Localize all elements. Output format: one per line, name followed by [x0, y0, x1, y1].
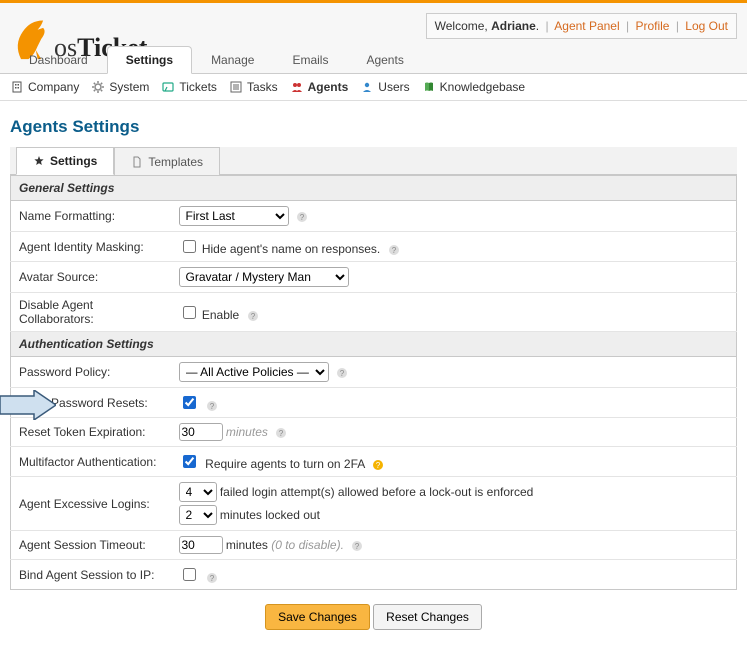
unit-minutes: minutes: [226, 425, 268, 439]
users-icon: [290, 80, 304, 94]
subnav-company[interactable]: Company: [10, 80, 79, 94]
lockout-text: minutes locked out: [220, 508, 320, 522]
svg-text:?: ?: [210, 402, 215, 411]
input-token-exp[interactable]: [179, 423, 223, 441]
profile-link[interactable]: Profile: [635, 19, 669, 33]
help-icon[interactable]: ?: [206, 572, 218, 584]
label-session-timeout: Agent Session Timeout:: [11, 531, 171, 560]
select-name-formatting[interactable]: First Last: [179, 206, 289, 226]
attempts-text: failed login attempt(s) allowed before a…: [220, 485, 534, 499]
inner-tabs: Settings Templates: [10, 147, 737, 175]
main-tabs: Dashboard Settings Manage Emails Agents: [10, 46, 423, 74]
label-collaborators: Disable Agent Collaborators:: [11, 293, 171, 332]
list-icon: [229, 80, 243, 94]
agent-panel-link[interactable]: Agent Panel: [554, 19, 619, 33]
label-name-formatting: Name Formatting:: [11, 201, 171, 232]
subnav-users[interactable]: Users: [360, 80, 409, 94]
svg-text:?: ?: [300, 213, 305, 222]
subnav-system[interactable]: System: [91, 80, 149, 94]
help-icon[interactable]: ?: [247, 310, 259, 322]
header: osTicket Welcome, Adriane. | Agent Panel…: [0, 0, 747, 74]
svg-text:?: ?: [250, 312, 255, 321]
label-token-exp: Reset Token Expiration:: [11, 418, 171, 447]
subnav-tasks[interactable]: Tasks: [229, 80, 278, 94]
checkbox-mfa[interactable]: [183, 455, 196, 468]
label-excessive: Agent Excessive Logins:: [11, 477, 171, 531]
warning-icon[interactable]: ?: [372, 459, 384, 471]
label-mfa: Multifactor Authentication:: [11, 447, 171, 477]
unit-minutes-2: minutes: [226, 538, 268, 552]
select-lockout-minutes[interactable]: 2: [179, 505, 217, 525]
subnav-knowledgebase[interactable]: Knowledgebase: [422, 80, 525, 94]
ticket-icon: [161, 80, 175, 94]
label-pw-policy: Password Policy:: [11, 357, 171, 388]
section-auth: Authentication Settings: [11, 332, 737, 357]
user-name: Adriane: [491, 19, 536, 33]
checkbox-bind-ip[interactable]: [183, 568, 196, 581]
tab-emails[interactable]: Emails: [273, 46, 347, 74]
tab-agents[interactable]: Agents: [347, 46, 422, 74]
user-icon: [360, 80, 374, 94]
callout-arrow: [0, 390, 56, 420]
logout-link[interactable]: Log Out: [685, 19, 728, 33]
checkbox-collaborators[interactable]: [183, 306, 196, 319]
section-general: General Settings: [11, 176, 737, 201]
svg-text:?: ?: [279, 429, 284, 438]
user-box: Welcome, Adriane. | Agent Panel | Profil…: [426, 13, 737, 39]
book-icon: [422, 80, 436, 94]
svg-text:?: ?: [355, 542, 360, 551]
label-avatar: Avatar Source:: [11, 262, 171, 293]
subnav-tickets[interactable]: Tickets: [161, 80, 217, 94]
timeout-note: (0 to disable).: [271, 538, 344, 552]
help-icon[interactable]: ?: [275, 427, 287, 439]
checkbox-label-identity: Hide agent's name on responses.: [202, 242, 380, 256]
help-icon[interactable]: ?: [388, 244, 400, 256]
svg-text:?: ?: [391, 246, 396, 255]
subnav: Company System Tickets Tasks Agents User…: [0, 74, 747, 101]
inner-tab-templates[interactable]: Templates: [114, 147, 220, 175]
select-pw-policy[interactable]: — All Active Policies —: [179, 362, 329, 382]
building-icon: [10, 80, 24, 94]
svg-text:?: ?: [376, 461, 381, 470]
help-icon[interactable]: ?: [351, 540, 363, 552]
subnav-agents[interactable]: Agents: [290, 80, 349, 94]
help-icon[interactable]: ?: [336, 367, 348, 379]
select-attempts[interactable]: 4: [179, 482, 217, 502]
label-bind-ip: Bind Agent Session to IP:: [11, 560, 171, 590]
welcome-text: Welcome,: [435, 19, 491, 33]
label-identity-masking: Agent Identity Masking:: [11, 232, 171, 262]
checkbox-pw-resets[interactable]: [183, 396, 196, 409]
checkbox-identity-masking[interactable]: [183, 240, 196, 253]
input-session-timeout[interactable]: [179, 536, 223, 554]
tab-manage[interactable]: Manage: [192, 46, 273, 74]
svg-text:?: ?: [340, 369, 345, 378]
page-title: Agents Settings: [10, 117, 737, 137]
tab-dashboard[interactable]: Dashboard: [10, 46, 107, 74]
star-icon: [33, 155, 45, 167]
reset-button[interactable]: Reset Changes: [373, 604, 482, 630]
checkbox-label-collab: Enable: [202, 308, 239, 322]
mfa-text: Require agents to turn on 2FA: [205, 457, 364, 471]
inner-tab-settings[interactable]: Settings: [16, 147, 114, 175]
select-avatar[interactable]: Gravatar / Mystery Man: [179, 267, 349, 287]
gear-icon: [91, 80, 105, 94]
help-icon[interactable]: ?: [296, 211, 308, 223]
tab-settings[interactable]: Settings: [107, 46, 192, 74]
save-button[interactable]: Save Changes: [265, 604, 370, 630]
help-icon[interactable]: ?: [206, 400, 218, 412]
file-icon: [131, 156, 143, 168]
